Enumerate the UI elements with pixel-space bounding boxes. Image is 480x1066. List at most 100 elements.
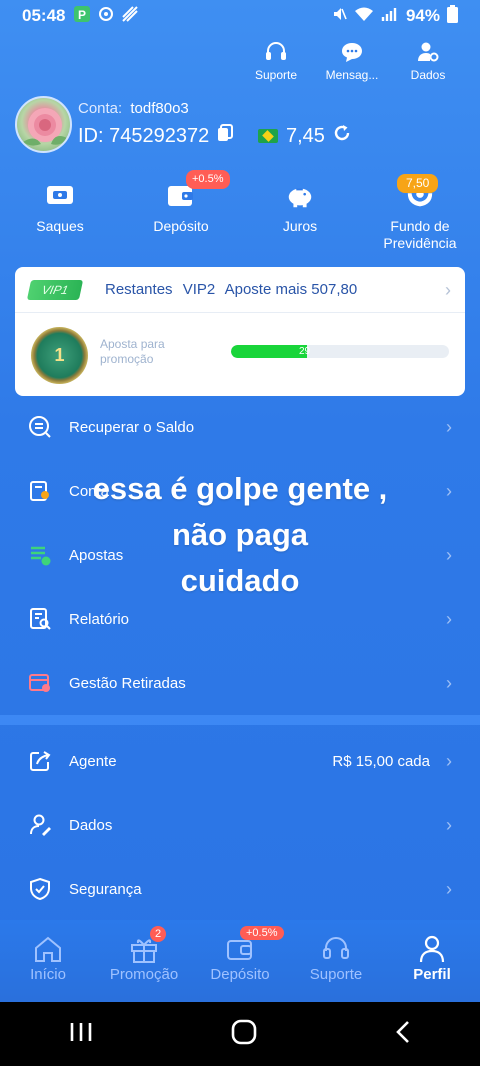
headset-icon [320, 934, 352, 964]
vip-medal-icon: 1 [31, 327, 88, 384]
piggy-bank-icon [285, 182, 315, 210]
user-id: ID: 745292372 [78, 124, 210, 147]
back-icon[interactable] [394, 1019, 412, 1050]
pension-fund-button[interactable]: Fundo de Previdência 7,50 [380, 174, 460, 252]
deposit-quick-button[interactable]: Depósito +0.5% [146, 170, 230, 235]
support-button[interactable]: Suporte [242, 40, 310, 82]
account-row: Conta: todf80o3 [78, 100, 189, 117]
menu-agent[interactable]: Agente R$ 15,00 cada › [0, 729, 480, 793]
copy-icon[interactable] [217, 124, 234, 148]
home-icon [32, 934, 64, 964]
menu-security[interactable]: Segurança › [0, 857, 480, 921]
person-icon [416, 934, 448, 964]
vip-remaining: Restantes [105, 281, 173, 298]
promotion-progress-bar: 29 [231, 345, 449, 358]
nav-promotion[interactable]: Promoção 2 [96, 920, 192, 1002]
chevron-right-icon: › [446, 608, 452, 629]
overlay-caption: essa é golpe gente , não paga cuidado [0, 466, 480, 604]
user-settings-icon [415, 40, 441, 64]
withdraw-button[interactable]: Saques [30, 182, 90, 235]
chevron-right-icon: › [445, 280, 451, 300]
deposit-bonus-badge: +0.5% [186, 170, 230, 189]
chevron-right-icon: › [446, 416, 452, 437]
battery-icon [447, 4, 458, 28]
chevron-right-icon: › [446, 814, 452, 835]
mute-icon [331, 6, 347, 27]
menu-data[interactable]: Dados › [0, 793, 480, 857]
bottom-nav: Início Promoção 2 Depósito +0.5% Suporte [0, 920, 480, 1002]
avatar[interactable] [15, 96, 72, 153]
shield-icon [28, 877, 52, 901]
battery-level: 94% [405, 6, 440, 25]
balance-row: 7,45 [258, 124, 351, 148]
data-saver-icon [121, 5, 139, 28]
menu-recover-balance[interactable]: Recuperar o Saldo › [0, 395, 480, 459]
nav-home[interactable]: Início [0, 920, 96, 1002]
nav-support[interactable]: Suporte [288, 920, 384, 1002]
section-divider [0, 715, 480, 725]
account-label: Conta: [78, 100, 123, 117]
chevron-right-icon: › [446, 878, 452, 899]
status-time: 05:48 [22, 6, 66, 25]
vip-next-level: VIP2 [182, 281, 216, 298]
data-label: Dados [410, 68, 446, 82]
deposit-bonus-badge: +0.5% [240, 926, 284, 940]
menu-label: Dados [69, 816, 113, 834]
menu-label: Relatório [69, 610, 130, 628]
user-edit-icon [28, 813, 52, 837]
data-button[interactable]: Dados [394, 40, 462, 82]
withdraw-label: Saques [36, 218, 84, 234]
profile-screen: 05:48 P 94% Suporte Mensag... Dados Cont… [0, 0, 480, 1066]
vip-divider [15, 312, 465, 313]
progress-text: 29 [299, 346, 311, 357]
nav-profile-label: Perfil [413, 966, 451, 983]
recover-icon [28, 415, 52, 439]
status-bar: 05:48 P 94% [0, 0, 480, 32]
menu-label: Recuperar o Saldo [69, 418, 195, 436]
pension-fund-badge: 7,50 [397, 174, 439, 193]
vip-tag: VIP1 [26, 280, 84, 300]
top-actions: Suporte Mensag... Dados [242, 40, 462, 82]
vip-card[interactable]: VIP1 Restantes VIP2 Aposte mais 507,80 ›… [15, 267, 465, 396]
vip-bet-more: Aposte mais 507,80 [224, 281, 358, 298]
message-icon [339, 40, 365, 64]
nav-deposit-label: Depósito [210, 966, 270, 983]
headset-icon [263, 40, 289, 64]
messages-label: Mensag... [325, 68, 379, 82]
messages-button[interactable]: Mensag... [318, 40, 386, 82]
balance-value: 7,45 [286, 124, 325, 147]
user-id-row: ID: 745292372 [78, 124, 234, 148]
status-right: 94% [331, 4, 458, 28]
promo-label: Aposta para promoção [100, 337, 165, 366]
account-value: todf80o3 [130, 100, 189, 117]
caption-line-1: essa é golpe gente , [92, 471, 388, 506]
caption-line-3: cuidado [180, 563, 300, 598]
home-button-icon[interactable] [231, 1019, 257, 1050]
nav-deposit[interactable]: Depósito +0.5% [192, 920, 288, 1002]
recent-apps-icon[interactable] [68, 1021, 94, 1048]
app-notification-icon: P [73, 5, 91, 28]
svg-text:P: P [78, 8, 86, 22]
caption-line-2: não paga [171, 517, 309, 552]
share-icon [28, 749, 52, 773]
system-navigation-bar [0, 1002, 480, 1066]
menu-label: Gestão Retiradas [69, 674, 186, 692]
nav-home-label: Início [30, 966, 66, 983]
brazil-flag-icon [258, 129, 278, 143]
menu-withdraw-management[interactable]: Gestão Retiradas › [0, 651, 480, 715]
chevron-right-icon: › [446, 750, 452, 771]
refresh-icon[interactable] [333, 124, 351, 148]
menu-label: Segurança [69, 880, 142, 898]
promotion-count-badge: 2 [150, 926, 166, 942]
nav-profile[interactable]: Perfil [384, 920, 480, 1002]
menu-label: Agente [69, 752, 117, 770]
report-icon [28, 607, 52, 631]
progress-fill [231, 345, 308, 358]
interest-button[interactable]: Juros [270, 182, 330, 235]
vip-progress-text: Restantes VIP2 Aposte mais 507,80 [105, 281, 363, 298]
withdraw-icon [45, 182, 75, 210]
deposit-label: Depósito [153, 218, 209, 234]
pension-fund-label: Fundo de Previdência [383, 218, 457, 251]
support-label: Suporte [254, 68, 298, 82]
wifi-icon [354, 6, 374, 27]
